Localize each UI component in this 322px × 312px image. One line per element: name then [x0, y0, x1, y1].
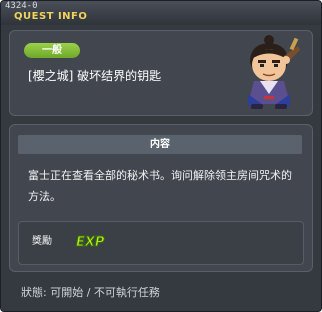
window-title: QUEST INFO [14, 11, 88, 22]
quest-name: [櫻之城] 破坏结界的钥匙 [28, 69, 162, 83]
category-badge: 一般 [24, 43, 80, 58]
exp-icon: EXP [76, 235, 106, 251]
title-bar[interactable]: 4324-0 QUEST INFO [1, 1, 321, 25]
quest-id: 4324-0 [5, 1, 38, 11]
quest-info-window: 4324-0 QUEST INFO 一般 [櫻之城] 破坏结界的钥匙 内容 富士… [0, 0, 322, 312]
quest-content-panel: 内容 富士正在查看全部的秘术书。询问解除领主房间咒术的方法。 獎勵 EXP [9, 124, 313, 272]
reward-box: 獎勵 EXP [18, 221, 304, 265]
content-header: 内容 [18, 135, 302, 154]
quest-description: 富士正在查看全部的秘术书。询问解除领主房间咒术的方法。 [28, 169, 292, 203]
reward-label: 獎勵 [32, 236, 52, 247]
quest-status: 狀態: 可開始 / 不可執行任務 [21, 286, 160, 299]
samurai-npc-icon [248, 35, 300, 109]
svg-text:EXP: EXP [76, 235, 105, 250]
quest-summary-panel: 一般 [櫻之城] 破坏结界的钥匙 [9, 30, 313, 116]
